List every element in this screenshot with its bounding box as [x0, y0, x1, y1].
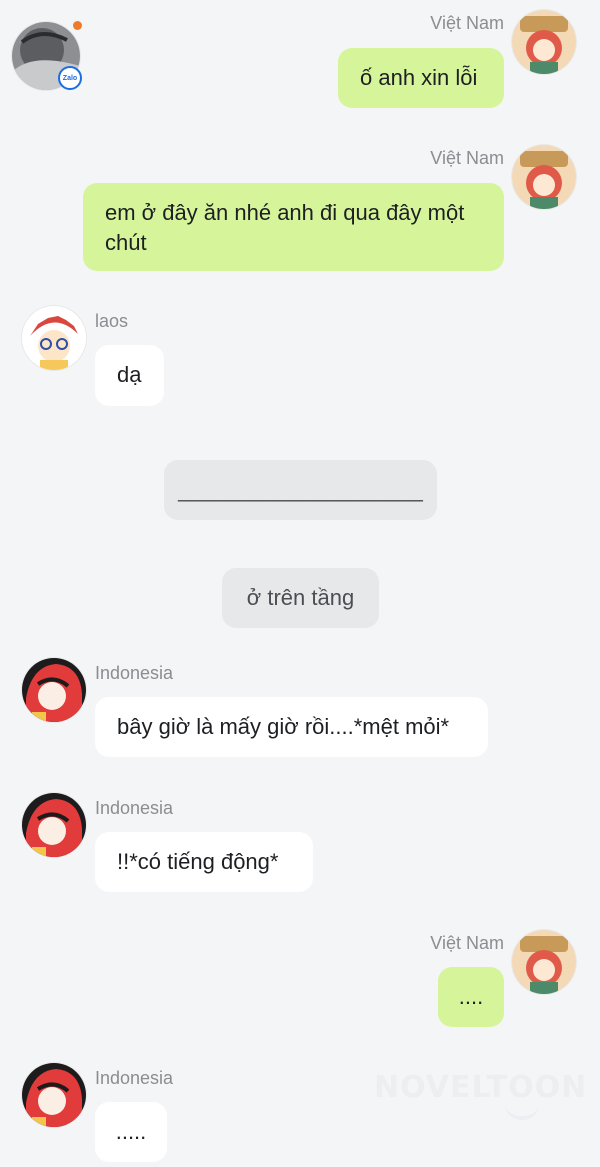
avatar-viet-nam-icon: [512, 930, 576, 994]
avatar-viet-nam-icon: [512, 145, 576, 209]
sender-name: Indonesia: [95, 1068, 174, 1088]
sender-name: laos: [95, 311, 129, 331]
zalo-badge-label: Zalo: [62, 74, 78, 82]
avatar-indonesia[interactable]: [22, 658, 86, 722]
avatar-indonesia-icon: [22, 793, 86, 857]
avatar-viet-nam[interactable]: [512, 145, 576, 209]
system-message-text: ở trên tầng: [246, 585, 355, 610]
zalo-badge: Zalo: [58, 66, 82, 90]
watermark-smile-icon: [505, 1104, 539, 1120]
message-bubble-received[interactable]: .....: [95, 1102, 167, 1162]
message-bubble-received[interactable]: bây giờ là mấy giờ rồi....*mệt mỏi*: [95, 697, 488, 757]
avatar-viet-nam[interactable]: [512, 10, 576, 74]
avatar-indonesia-icon: [22, 658, 86, 722]
message-text: ố anh xin lỗi: [360, 65, 478, 90]
system-message: ở trên tầng: [222, 568, 379, 628]
avatar-indonesia[interactable]: [22, 793, 86, 857]
avatar-indonesia[interactable]: [22, 1063, 86, 1127]
avatar-laos[interactable]: [22, 306, 86, 370]
sender-name: Việt Nam: [430, 933, 504, 953]
avatar-viet-nam-icon: [512, 10, 576, 74]
avatar-viet-nam[interactable]: [512, 930, 576, 994]
message-text: dạ: [117, 362, 142, 387]
message-text: ....: [458, 984, 484, 1009]
avatar-laos-icon: [22, 306, 86, 370]
system-message-divider: ____________________: [164, 460, 437, 520]
message-bubble-received[interactable]: !!*có tiếng động*: [95, 832, 313, 892]
message-text: bây giờ là mấy giờ rồi....*mệt mỏi*: [117, 714, 450, 739]
message-text: !!*có tiếng động*: [117, 849, 279, 874]
system-message-text: ____________________: [178, 477, 423, 502]
avatar-indonesia-icon: [22, 1063, 86, 1127]
noveltoon-watermark: NOVELTOON: [374, 1070, 588, 1105]
notification-dot: [73, 21, 82, 30]
sender-name: Việt Nam: [430, 148, 504, 168]
sender-name: Việt Nam: [430, 13, 504, 33]
sender-name: Indonesia: [95, 798, 174, 818]
sender-name: Indonesia: [95, 663, 174, 683]
message-text: .....: [115, 1119, 147, 1144]
message-bubble-sent[interactable]: ....: [438, 967, 504, 1027]
message-text: em ở đây ăn nhé anh đi qua đây một chút: [105, 200, 465, 255]
message-bubble-sent[interactable]: ố anh xin lỗi: [338, 48, 504, 108]
message-bubble-received[interactable]: dạ: [95, 345, 164, 406]
message-bubble-sent[interactable]: em ở đây ăn nhé anh đi qua đây một chút: [83, 183, 504, 271]
